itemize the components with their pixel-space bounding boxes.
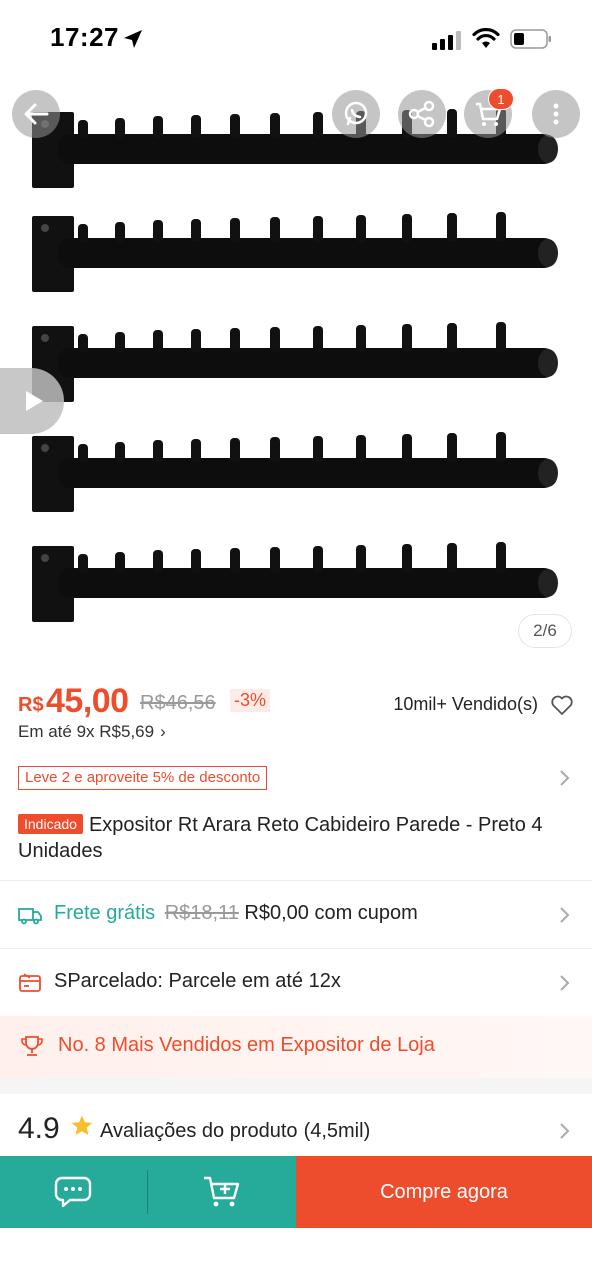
chat-bubble-icon [54, 1176, 92, 1208]
product-title: Expositor Rt Arara Reto Cabideiro Parede… [18, 814, 543, 862]
chat-button[interactable] [0, 1156, 148, 1228]
price-row: R$ 45,00 R$46,56 -3% 10mil+ Vendido(s) [18, 682, 574, 722]
credit-card-icon [19, 973, 41, 992]
bottom-action-bar: Compre agora [0, 1156, 592, 1228]
original-price: R$46,56 [140, 692, 216, 714]
heart-icon[interactable] [550, 694, 574, 716]
more-options-button[interactable] [532, 90, 580, 138]
installments-text: Em até 9x R$5,69 [18, 722, 155, 741]
shipping-old-price: R$18,11 [164, 902, 239, 924]
more-vertical-icon [553, 103, 559, 125]
rating-value: 4.9 [18, 1112, 60, 1145]
divider [0, 948, 592, 949]
video-play-tab[interactable] [0, 368, 64, 434]
chevron-right-icon [560, 1123, 570, 1139]
product-title-block: Indicado Expositor Rt Arara Reto Cabideir… [18, 812, 574, 864]
star-icon [71, 1115, 93, 1135]
ranking-text: No. 8 Mais Vendidos em Expositor de Loja [58, 1034, 435, 1056]
add-to-cart-icon [204, 1176, 240, 1207]
whatsapp-share-button[interactable] [332, 90, 380, 138]
installments-link[interactable]: Em até 9x R$5,69 › [18, 722, 166, 742]
back-arrow-icon [24, 103, 49, 125]
best-seller-ranking-row[interactable]: No. 8 Mais Vendidos em Expositor de Loja [0, 1016, 592, 1078]
chevron-right-icon: › [160, 722, 166, 741]
share-button[interactable] [398, 90, 446, 138]
free-shipping-label: Frete grátis [54, 902, 156, 924]
current-price: 45,00 [46, 682, 129, 720]
shipping-new-price: R$0,00 com cupom [244, 902, 418, 924]
section-gap [0, 1078, 592, 1094]
battery-icon [510, 29, 551, 49]
chevron-right-icon [560, 907, 570, 923]
divider [0, 880, 592, 881]
back-button[interactable] [12, 90, 60, 138]
indicado-badge: Indicado [18, 814, 83, 834]
chevron-right-icon[interactable] [558, 769, 572, 787]
status-bar: 17:27 [0, 0, 592, 76]
home-indicator-area [0, 1228, 592, 1280]
ratings-count: (4,5mil) [303, 1120, 371, 1142]
truck-icon [18, 908, 42, 925]
discount-badge: -3% [230, 689, 271, 712]
play-icon [26, 391, 43, 411]
gallery-counter: 2/6 [518, 614, 572, 648]
trophy-icon [21, 1036, 43, 1056]
installment-text: SParcelado: Parcele em até 12x [54, 970, 341, 992]
ratings-label: Avaliações do produto [100, 1120, 298, 1142]
wifi-icon [472, 28, 500, 48]
product-image [32, 108, 558, 622]
status-time: 17:27 [50, 22, 119, 52]
location-arrow-icon [124, 30, 142, 48]
sold-count: 10mil+ Vendido(s) [393, 694, 538, 714]
add-to-cart-button[interactable] [148, 1156, 296, 1228]
price-currency: R$ [18, 694, 44, 716]
whatsapp-icon [344, 101, 368, 126]
product-image-gallery[interactable]: 2/6 [0, 76, 592, 660]
shipping-row[interactable]: Frete grátis R$18,11 R$0,00 com cupom [0, 882, 592, 948]
buy-now-button[interactable]: Compre agora [296, 1156, 592, 1228]
promo-tag[interactable]: Leve 2 e aproveite 5% de desconto [18, 766, 268, 790]
share-icon [408, 100, 435, 128]
cellular-signal-icon [432, 31, 461, 50]
cart-count-badge: 1 [488, 88, 514, 110]
installment-row[interactable]: SParcelado: Parcele em até 12x [0, 950, 592, 1016]
chevron-right-icon [560, 975, 570, 991]
product-ratings-row[interactable]: 4.9 Avaliações do produto (4,5mil) [0, 1094, 592, 1156]
